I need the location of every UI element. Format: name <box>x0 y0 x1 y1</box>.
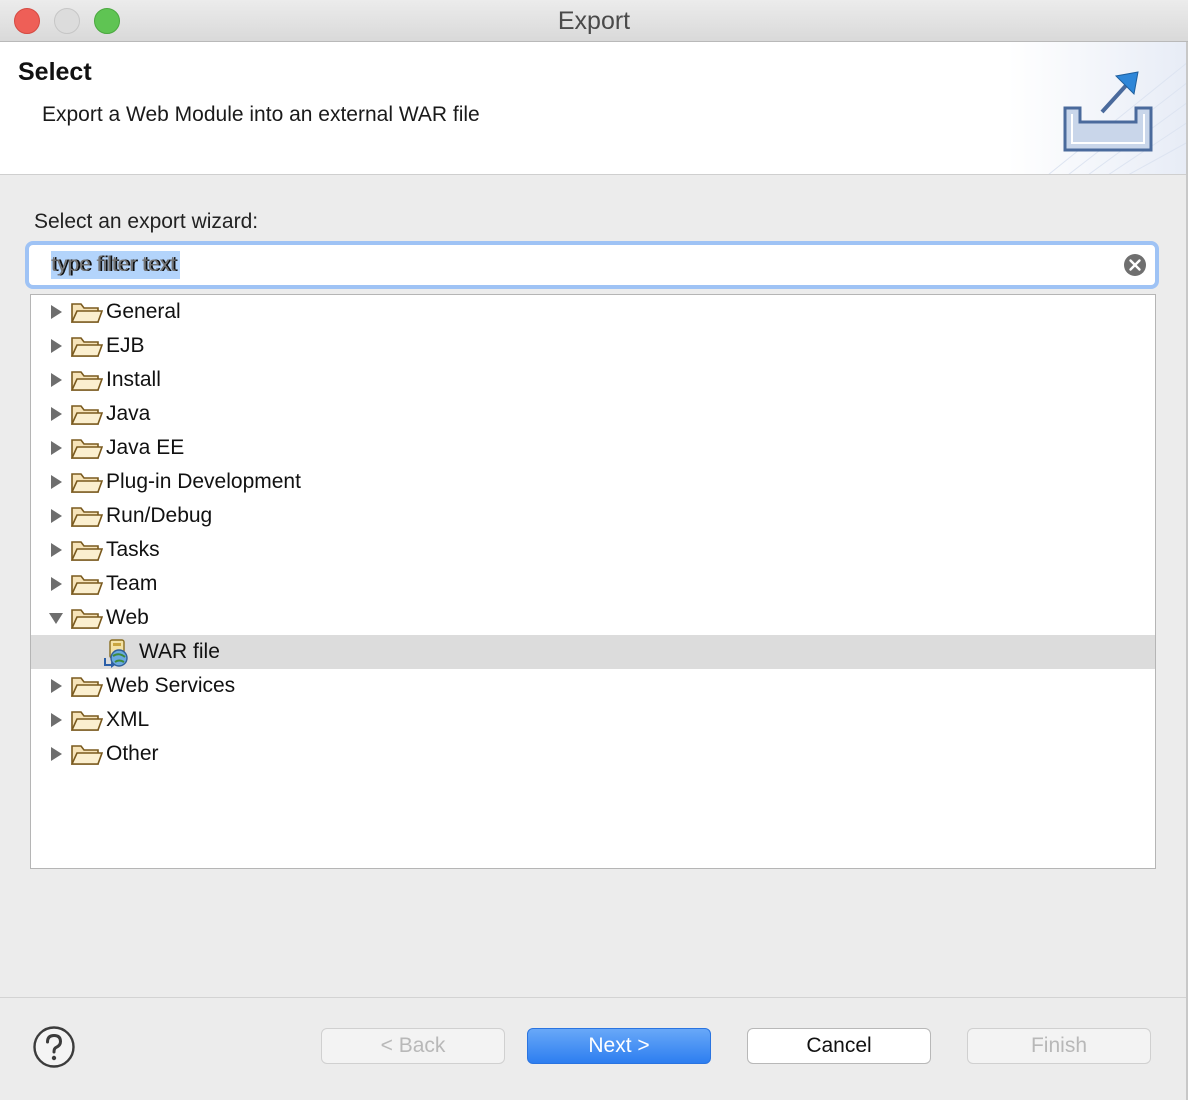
filter-field[interactable]: type filter text <box>25 241 1159 289</box>
back-button[interactable]: < Back <box>321 1028 505 1064</box>
tree-item-label: Tasks <box>106 538 160 561</box>
triangle-right-icon[interactable] <box>48 304 64 320</box>
tree-item-run-debug[interactable]: Run/Debug <box>31 499 1155 533</box>
triangle-right-icon[interactable] <box>48 508 64 524</box>
folder-open-icon <box>71 337 103 357</box>
triangle-right-icon[interactable] <box>48 474 64 490</box>
tree-item-ejb[interactable]: EJB <box>31 329 1155 363</box>
triangle-down-icon[interactable] <box>48 610 64 626</box>
wizard-header: Select Export a Web Module into an exter… <box>0 42 1188 175</box>
tree-item-web[interactable]: Web <box>31 601 1155 635</box>
tree-item-xml[interactable]: XML <box>31 703 1155 737</box>
window-title: Export <box>557 7 631 35</box>
cancel-button[interactable]: Cancel <box>747 1028 931 1064</box>
tree-item-label: Java <box>106 402 151 425</box>
export-wizard-icon <box>1008 42 1188 174</box>
triangle-right-icon[interactable] <box>48 406 64 422</box>
clear-icon[interactable] <box>1123 253 1147 277</box>
tree-item-label: Plug-in Development <box>106 470 301 493</box>
tree-item-war-file[interactable]: WAR file <box>31 635 1155 669</box>
next-button[interactable]: Next > <box>527 1028 711 1064</box>
triangle-right-icon[interactable] <box>48 440 64 456</box>
title-bar: Export <box>0 0 1188 42</box>
triangle-right-icon[interactable] <box>48 338 64 354</box>
export-wizard-label: Select an export wizard: <box>34 210 259 233</box>
tree-item-java-ee[interactable]: Java EE <box>31 431 1155 465</box>
help-icon[interactable] <box>32 1025 76 1069</box>
wizard-body: Select an export wizard: type filter tex… <box>0 175 1188 997</box>
folder-open-icon <box>71 439 103 459</box>
tree-item-web-services[interactable]: Web Services <box>31 669 1155 703</box>
tree-item-label: Run/Debug <box>106 504 213 527</box>
triangle-right-icon[interactable] <box>48 746 64 762</box>
tree-item-tasks[interactable]: Tasks <box>31 533 1155 567</box>
tree-item-team[interactable]: Team <box>31 567 1155 601</box>
folder-open-icon <box>71 677 103 697</box>
wizard-tree[interactable]: General EJB Install Java Java EE Plug-in… <box>30 294 1156 869</box>
folder-open-icon <box>71 405 103 425</box>
tree-item-label: XML <box>106 708 150 731</box>
folder-open-icon <box>71 473 103 493</box>
wizard-footer: < Back Next > Cancel Finish <box>0 997 1188 1100</box>
folder-open-icon <box>71 303 103 323</box>
tree-item-label: Install <box>106 368 161 391</box>
folder-open-icon <box>71 745 103 765</box>
tree-item-other[interactable]: Other <box>31 737 1155 771</box>
triangle-right-icon[interactable] <box>48 712 64 728</box>
folder-open-icon <box>71 541 103 561</box>
tree-item-plugin-development[interactable]: Plug-in Development <box>31 465 1155 499</box>
tree-item-general[interactable]: General <box>31 295 1155 329</box>
filter-input[interactable] <box>32 248 1122 282</box>
folder-open-icon <box>71 711 103 731</box>
tree-item-label: WAR file <box>139 640 220 663</box>
tree-item-label: Java EE <box>106 436 185 459</box>
war-file-icon <box>104 639 128 668</box>
triangle-right-icon[interactable] <box>48 678 64 694</box>
triangle-right-icon[interactable] <box>48 576 64 592</box>
folder-open-icon <box>71 371 103 391</box>
tree-item-label: EJB <box>106 334 145 357</box>
page-title: Select <box>18 58 92 86</box>
triangle-right-icon[interactable] <box>48 372 64 388</box>
tree-item-install[interactable]: Install <box>31 363 1155 397</box>
folder-open-icon <box>71 507 103 527</box>
folder-open-icon <box>71 575 103 595</box>
tree-item-label: Web Services <box>106 674 236 697</box>
tree-item-java[interactable]: Java <box>31 397 1155 431</box>
tree-item-label: Team <box>106 572 158 595</box>
triangle-right-icon[interactable] <box>48 542 64 558</box>
tree-item-label: General <box>106 300 181 323</box>
finish-button[interactable]: Finish <box>967 1028 1151 1064</box>
tree-item-label: Web <box>106 606 149 629</box>
folder-open-icon <box>71 609 103 629</box>
tree-item-label: Other <box>106 742 159 765</box>
page-description: Export a Web Module into an external WAR… <box>42 103 480 126</box>
